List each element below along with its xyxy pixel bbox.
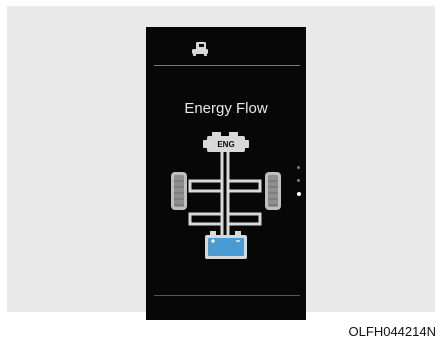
figure-code: OLFH044214N [348,324,436,339]
drive-lines [188,151,262,235]
page-indicator [296,166,303,206]
page-dot [297,179,300,182]
energy-flow-diagram: ENG [171,132,281,259]
battery-icon [205,231,247,259]
engine-icon: ENG [203,132,249,152]
engine-label: ENG [217,140,234,149]
left-wheel-icon [171,172,187,210]
vehicle-icon [192,42,208,56]
page-dot-active [296,192,301,196]
right-wheel-icon [265,172,281,210]
cluster-display: Energy Flow ENG [146,27,306,320]
top-divider [154,65,300,66]
page-dot [297,166,300,169]
bottom-divider [154,295,300,296]
screen-title: Energy Flow [184,100,268,117]
